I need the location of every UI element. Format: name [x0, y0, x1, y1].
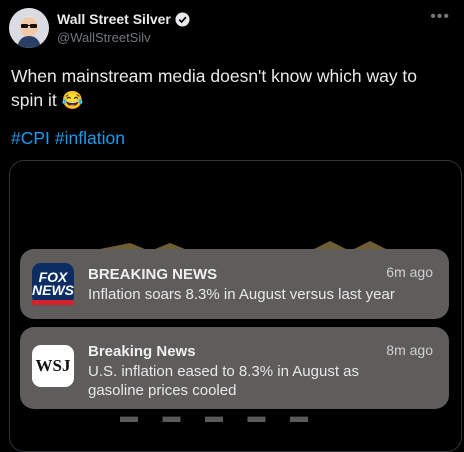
notification-title: BREAKING NEWS	[88, 266, 218, 283]
author-name[interactable]: Wall Street Silver	[57, 11, 190, 27]
fox-logo-bottom-text: NEWS	[32, 282, 74, 298]
hashtag-link[interactable]: #CPI	[11, 128, 50, 148]
notification-title: Breaking News	[88, 343, 196, 360]
hashtags: #CPI #inflation	[11, 128, 130, 149]
wsj-logo-icon: WSJ	[32, 345, 74, 387]
ellipsis-icon[interactable]: •••	[430, 8, 450, 26]
notification-wsj[interactable]: WSJ Breaking News 8m ago U.S. inflation …	[20, 327, 449, 409]
hashtag-link[interactable]: #inflation	[55, 128, 125, 148]
notification-time: 8m ago	[386, 342, 433, 358]
fox-news-logo-icon: FOX NEWS	[32, 263, 74, 305]
fox-logo-bar	[32, 300, 74, 305]
wsj-logo-text: WSJ	[35, 356, 71, 375]
notification-body: Inflation soars 8.3% in August versus la…	[88, 286, 395, 303]
tweet-text: When mainstream media doesn't know which…	[11, 66, 418, 110]
notification-body: U.S. inflation eased to 8.3% in August a…	[88, 363, 360, 399]
author-name-text: Wall Street Silver	[57, 11, 171, 27]
avatar-image	[9, 8, 49, 48]
author-handle[interactable]: @WallStreetSilv	[57, 30, 151, 45]
notification-time: 6m ago	[386, 264, 433, 280]
verified-badge-icon	[175, 11, 190, 27]
background-text: ▬ ▬ ▬ ▬ ▬	[120, 406, 318, 426]
tweet-media-image[interactable]: ▬ ▬ ▬ ▬ ▬ FOX NEWS BREAKING NEWS 6m ago …	[9, 160, 462, 452]
avatar[interactable]	[9, 8, 49, 48]
notification-fox[interactable]: FOX NEWS BREAKING NEWS 6m ago Inflation …	[20, 249, 449, 319]
